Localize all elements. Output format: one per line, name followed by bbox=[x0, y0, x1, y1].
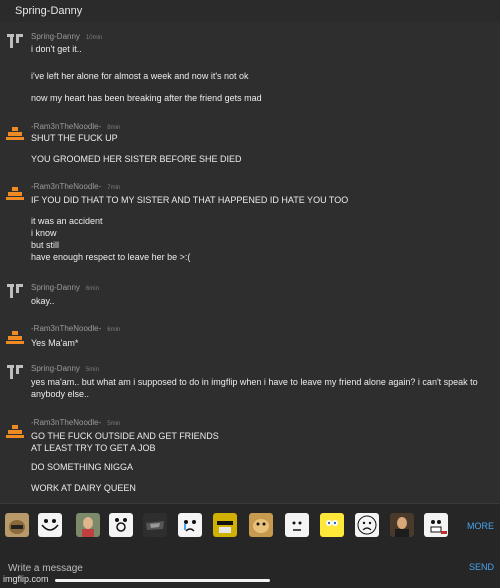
sad-face-icon[interactable] bbox=[355, 513, 379, 537]
message-author[interactable]: Spring-Danny 10min bbox=[31, 32, 102, 41]
message-line: WORK AT DAIRY QUEEN bbox=[31, 483, 136, 493]
message-line: AT LEAST TRY TO GET A JOB bbox=[31, 443, 156, 453]
chat-title: Spring-Danny bbox=[15, 5, 83, 17]
noodle-pyramid-icon[interactable] bbox=[6, 423, 24, 439]
message-line: now my heart has been breaking after the… bbox=[31, 93, 262, 103]
message-line: yes ma'am.. but what am i supposed to do… bbox=[31, 377, 478, 399]
author-name[interactable]: Spring-Danny bbox=[31, 283, 80, 292]
author-name[interactable]: -Ram3nTheNoodle- bbox=[31, 182, 101, 191]
message-time: 7min bbox=[107, 185, 121, 191]
cat-meme-icon[interactable] bbox=[5, 513, 29, 537]
message-time: 6min bbox=[85, 286, 99, 292]
more-emojis-button[interactable]: MORE bbox=[467, 521, 494, 531]
message-author[interactable]: -Ram3nTheNoodle- 6min bbox=[31, 324, 120, 333]
author-name[interactable]: Spring-Danny bbox=[31, 32, 80, 41]
author-name[interactable]: Spring-Danny bbox=[31, 364, 80, 373]
message-line: IF YOU DID THAT TO MY SISTER AND THAT HA… bbox=[31, 195, 349, 205]
doge-icon[interactable] bbox=[249, 513, 273, 537]
spring-logo-icon[interactable] bbox=[6, 33, 24, 49]
message-line: okay.. bbox=[31, 296, 55, 306]
shocked-face-icon[interactable] bbox=[109, 513, 133, 537]
okay-face-icon[interactable] bbox=[285, 513, 309, 537]
woman-photo-icon[interactable] bbox=[76, 513, 100, 537]
author-name[interactable]: -Ram3nTheNoodle- bbox=[31, 122, 101, 131]
message-time: 5min bbox=[85, 367, 99, 373]
message-time: 5min bbox=[107, 421, 121, 427]
message-author[interactable]: Spring-Danny 6min bbox=[31, 283, 99, 292]
troll-face-icon[interactable] bbox=[38, 513, 62, 537]
home-indicator[interactable] bbox=[55, 579, 270, 582]
message-line: YOU GROOMED HER SISTER BEFORE SHE DIED bbox=[31, 154, 242, 164]
message-author[interactable]: -Ram3nTheNoodle- 8min bbox=[31, 122, 120, 131]
message-line: have enough respect to leave her be >:( bbox=[31, 252, 191, 262]
message-input[interactable] bbox=[0, 556, 465, 580]
message-line: i don't get it.. bbox=[31, 44, 82, 54]
message-author[interactable]: Spring-Danny 5min bbox=[31, 364, 99, 373]
imgflip-watermark: imgflip.com bbox=[3, 574, 49, 584]
chat-header: Spring-Danny bbox=[0, 0, 500, 22]
spongebob-icon[interactable] bbox=[320, 513, 344, 537]
deal-with-it-icon[interactable] bbox=[213, 513, 237, 537]
noodle-pyramid-icon[interactable] bbox=[6, 329, 24, 345]
author-name[interactable]: -Ram3nTheNoodle- bbox=[31, 324, 101, 333]
message-line: DO SOMETHING NIGGA bbox=[31, 462, 134, 472]
author-name[interactable]: -Ram3nTheNoodle- bbox=[31, 418, 101, 427]
compose-bar: SEND bbox=[0, 548, 500, 588]
message-line: but still bbox=[31, 240, 60, 250]
message-line: i know bbox=[31, 228, 57, 238]
message-time: 8min bbox=[107, 125, 121, 131]
noodle-pyramid-icon[interactable] bbox=[6, 185, 24, 201]
noodle-pyramid-icon[interactable] bbox=[6, 125, 24, 141]
spring-logo-icon[interactable] bbox=[6, 364, 24, 380]
message-line: Yes Ma'am* bbox=[31, 338, 79, 348]
dark-meme-icon[interactable] bbox=[143, 513, 167, 537]
message-line: GO THE FUCK OUTSIDE AND GET FRIENDS bbox=[31, 431, 219, 441]
message-time: 6min bbox=[107, 327, 121, 333]
message-line: i've left her alone for almost a week an… bbox=[31, 71, 249, 81]
message-time: 10min bbox=[85, 35, 103, 41]
meme-emoji-bar: MORE bbox=[0, 503, 500, 548]
send-button[interactable]: SEND bbox=[469, 562, 494, 572]
spring-logo-icon[interactable] bbox=[6, 283, 24, 299]
message-author[interactable]: -Ram3nTheNoodle- 5min bbox=[31, 418, 120, 427]
message-line: it was an accident bbox=[31, 216, 103, 226]
fuu-face-icon[interactable] bbox=[424, 513, 448, 537]
message-line: SHUT THE FUCK UP bbox=[31, 133, 118, 143]
leonardo-toast-icon[interactable] bbox=[390, 513, 414, 537]
crying-face-icon[interactable] bbox=[178, 513, 202, 537]
message-author[interactable]: -Ram3nTheNoodle- 7min bbox=[31, 182, 120, 191]
